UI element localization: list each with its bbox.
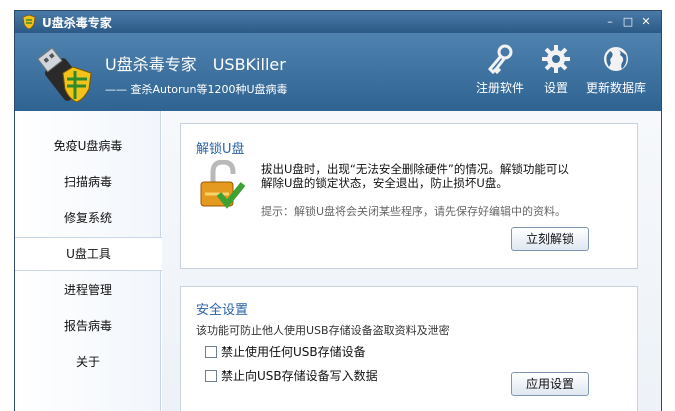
sidebar-item-usb-tools[interactable]: U盘工具 bbox=[15, 237, 162, 271]
app-window: U盘杀毒专家 – □ ✕ U盘杀毒专家 USBKiller —— 查杀Autor… bbox=[14, 10, 662, 411]
close-button[interactable]: ✕ bbox=[639, 15, 653, 29]
padlock-check-icon bbox=[200, 160, 246, 209]
window-title: U盘杀毒专家 bbox=[42, 16, 112, 30]
disable-usb-storage-checkbox[interactable] bbox=[205, 346, 217, 358]
app-header-title: U盘杀毒专家 USBKiller bbox=[105, 55, 286, 74]
app-header-subtitle: —— 查杀Autorun等1200种U盘病毒 bbox=[105, 83, 288, 96]
minimize-button[interactable]: – bbox=[603, 15, 617, 29]
security-panel-title: 安全设置 bbox=[196, 303, 249, 318]
disable-usb-storage-option[interactable]: 禁止使用任何USB存储设备 bbox=[205, 343, 366, 360]
unlock-desc-line2: 解除U盘的锁定状态，安全退出，防止损坏U盘。 bbox=[261, 176, 508, 190]
usb-shield-logo-icon bbox=[37, 47, 92, 103]
disable-usb-write-label: 禁止向USB存储设备写入数据 bbox=[221, 369, 378, 383]
globe-icon bbox=[604, 47, 628, 71]
security-settings-panel: 安全设置 该功能可防止他人使用USB存储设备盗取资料及泄密 禁止使用任何USB存… bbox=[180, 286, 638, 411]
unlock-hint: 提示：解锁U盘将会关闭某些程序，请先保存好编辑中的资料。 bbox=[261, 205, 567, 218]
sidebar-item-repair[interactable]: 修复系统 bbox=[15, 201, 161, 235]
unlock-panel-title: 解锁U盘 bbox=[196, 142, 245, 157]
sidebar-item-about[interactable]: 关于 bbox=[15, 345, 161, 379]
sidebar-item-immunize[interactable]: 免疫U盘病毒 bbox=[15, 129, 161, 163]
shield-icon bbox=[22, 14, 36, 30]
disable-usb-storage-label: 禁止使用任何USB存储设备 bbox=[221, 345, 366, 359]
unlock-now-button[interactable]: 立刻解锁 bbox=[511, 227, 590, 251]
key-icon bbox=[487, 44, 513, 75]
main-content: 解锁U盘 拔出U盘时，出现“无法安全删除硬件”的情况。解锁功能可以 解除U盘的锁… bbox=[162, 111, 661, 411]
title-bar[interactable]: U盘杀毒专家 – □ ✕ bbox=[15, 11, 661, 33]
header-banner: U盘杀毒专家 USBKiller —— 查杀Autorun等1200种U盘病毒 … bbox=[15, 33, 661, 111]
sidebar-item-report[interactable]: 报告病毒 bbox=[15, 309, 161, 343]
sidebar-item-scan[interactable]: 扫描病毒 bbox=[15, 165, 161, 199]
unlock-desc-line1: 拔出U盘时，出现“无法安全删除硬件”的情况。解锁功能可以 bbox=[261, 162, 569, 176]
apply-settings-button[interactable]: 应用设置 bbox=[511, 372, 590, 396]
sidebar-nav: 免疫U盘病毒 扫描病毒 修复系统 U盘工具 进程管理 报告病毒 关于 bbox=[15, 111, 162, 411]
disable-usb-write-option[interactable]: 禁止向USB存储设备写入数据 bbox=[205, 367, 378, 384]
maximize-button[interactable]: □ bbox=[621, 15, 635, 29]
disable-usb-write-checkbox[interactable] bbox=[205, 370, 217, 382]
unlock-usb-panel: 解锁U盘 拔出U盘时，出现“无法安全删除硬件”的情况。解锁功能可以 解除U盘的锁… bbox=[180, 123, 638, 269]
gear-icon bbox=[542, 45, 570, 73]
sidebar-item-process[interactable]: 进程管理 bbox=[15, 273, 161, 307]
update-database-label: 更新数据库 bbox=[585, 81, 646, 95]
update-database-button[interactable]: 更新数据库 bbox=[581, 43, 651, 107]
security-desc: 该功能可防止他人使用USB存储设备盗取资料及泄密 bbox=[196, 324, 450, 337]
